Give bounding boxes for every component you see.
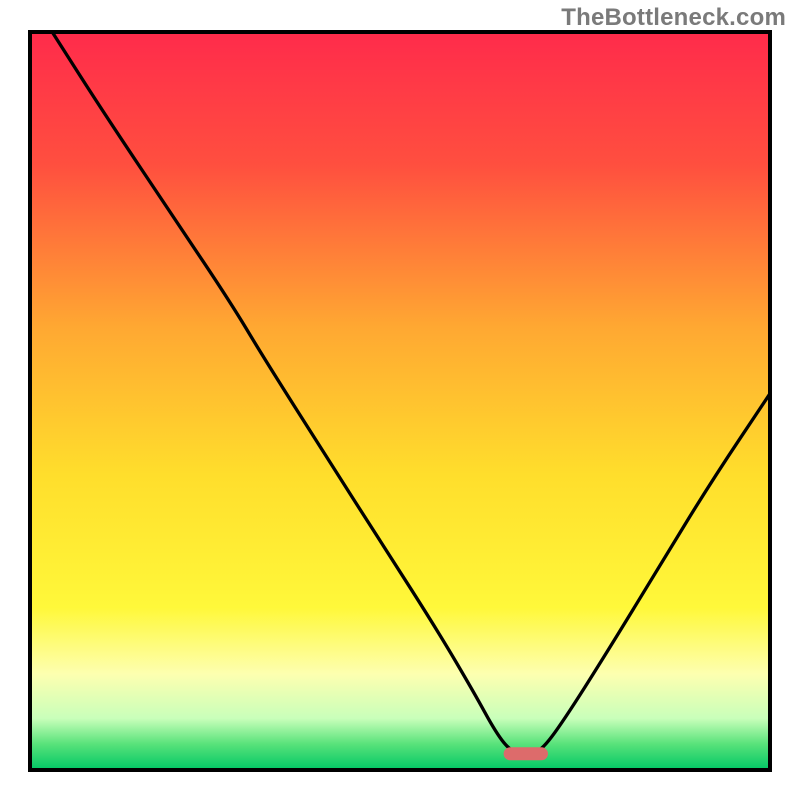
chart-frame: TheBottleneck.com — [0, 0, 800, 800]
optimum-marker — [504, 747, 548, 760]
bottleneck-chart — [0, 0, 800, 800]
bottleneck-gradient — [30, 32, 770, 770]
watermark-text: TheBottleneck.com — [561, 4, 786, 32]
